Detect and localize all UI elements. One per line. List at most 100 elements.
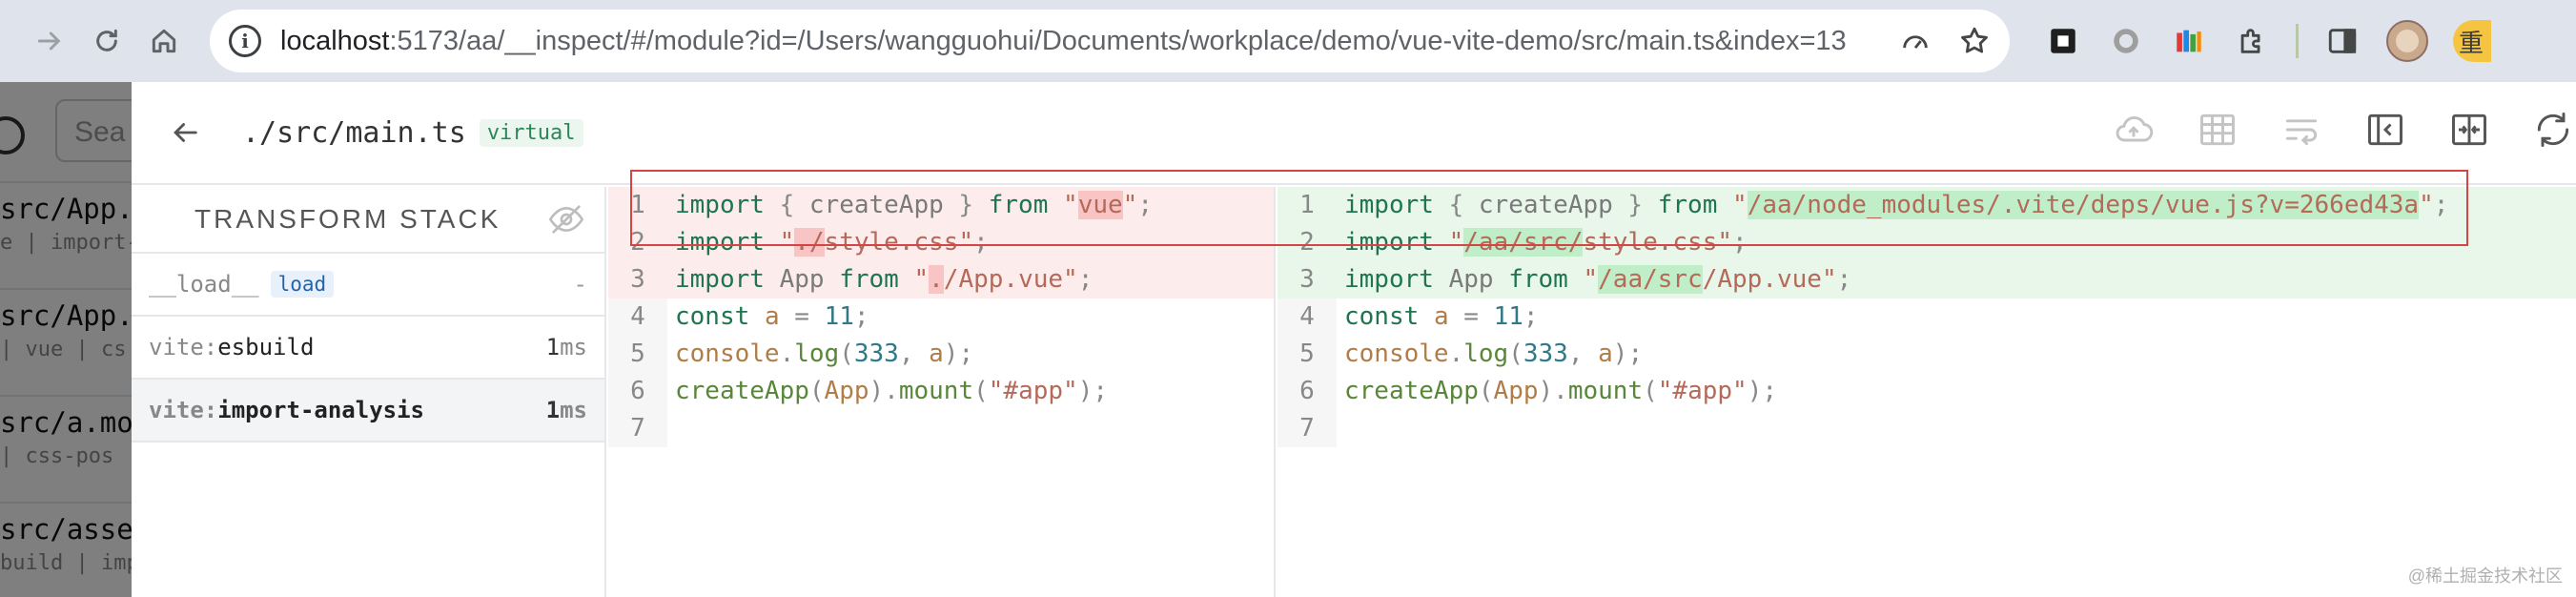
transform-row-esbuild[interactable]: vite: esbuild 1ms [132,317,604,380]
token-variable: a [1433,302,1449,331]
token-punct: ( [1643,377,1658,405]
reload-button[interactable] [78,12,135,70]
token-object: console [675,340,780,368]
side-panel-button[interactable] [2323,22,2361,60]
back-button[interactable] [164,112,206,154]
code-text: import { createApp } from "vue"; [675,187,1153,224]
token-punct: ( [973,377,989,405]
token-punct: . [779,340,795,368]
profile-avatar[interactable] [2386,20,2428,62]
line-number: 3 [1299,265,1315,294]
token-variable: App [1493,377,1539,405]
token-operator: = [1448,302,1494,331]
toolbar-separator [2296,24,2299,58]
line-number: 6 [608,373,667,410]
token-punct: ); [1612,340,1644,368]
split-diff-button[interactable] [2446,107,2492,153]
bookmark-star-icon[interactable] [1958,25,1991,57]
header-tools [2111,107,2576,153]
token-punct: } [1612,191,1658,219]
plugin-name: import-analysis [217,397,424,423]
line-number: 3 [630,265,645,294]
code-line: 6 createApp(App).mount("#app"); [608,373,1274,410]
diff-after-pane[interactable]: 1 import { createApp } from "/aa/node_mo… [1278,187,2576,597]
refresh-button[interactable] [2530,107,2576,153]
performance-gauge-icon[interactable] [1899,25,1932,57]
line-number: 4 [608,298,667,336]
code-line: 1 import { createApp } from "/aa/node_mo… [1278,187,2576,224]
modal-backdrop[interactable] [0,82,133,597]
code-line: 6 createApp(App).mount("#app"); [1278,373,2576,410]
wrap-lines-icon [2285,119,2318,146]
url-text[interactable]: localhost:5173/aa/__inspect/#/module?id=… [280,26,1847,57]
token-operator: = [779,302,825,331]
token-number: 333 [1523,340,1568,368]
code-line: 2 import "./style.css"; [608,224,1274,261]
token-variable: a [929,340,944,368]
token-object: console [1344,340,1449,368]
arrow-left-icon [174,123,197,142]
extension-books[interactable] [2170,22,2208,60]
token-string: " [1732,191,1748,219]
token-keyword: const [1344,302,1420,331]
code-text: import App from "/aa/src/App.vue"; [1344,261,1851,298]
line-number: 7 [608,410,667,447]
token-keyword: from [1657,191,1718,219]
collapse-sidebar-button[interactable] [2362,107,2408,153]
transform-row-load[interactable]: __load__ load - [132,254,604,317]
eye-off-icon[interactable] [547,200,585,238]
address-bar[interactable]: i localhost:5173/aa/__inspect/#/module?i… [210,10,2010,72]
token-string-changed: /aa/node_modules/.vite/deps/vue.js?v=266… [1747,191,2420,219]
hook-badge: load [270,271,335,298]
token-punct: ; [1836,265,1852,294]
code-line: 1 import { createApp } from "vue"; [608,187,1274,224]
line-wrap-button[interactable] [2279,107,2324,153]
token-string-changed: /aa/src [1598,265,1703,294]
table-view-button[interactable] [2195,107,2240,153]
site-info-icon[interactable]: i [229,25,261,57]
module-inspector-panel: ./src/main.ts virtual TRANSFORM STACK __… [132,82,2576,597]
time-unit: ms [560,397,587,423]
diff-before-pane[interactable]: 1 import { createApp } from "vue"; 2 imp… [608,187,1276,597]
books-extension-icon [2177,30,2201,52]
line-number: 1 [1299,191,1315,219]
line-number: 4 [1278,298,1337,336]
code-line: 2 import "/aa/src/style.css"; [1278,224,2576,261]
transform-time: 1ms [546,397,587,423]
extension-square[interactable] [2044,22,2082,60]
transform-row-import-analysis[interactable]: vite: import-analysis 1ms [132,380,604,443]
profile-name-chip[interactable]: 重 [2453,20,2491,62]
plugin-name: esbuild [217,334,315,360]
url-host: localhost [280,25,390,56]
extensions-button[interactable] [2233,22,2271,60]
line-number: 7 [1278,410,1337,447]
code-text: const a = 11; [1344,298,1539,336]
token-punct: , [1567,340,1599,368]
code-text: console.log(333, a); [675,336,973,373]
token-number: 11 [824,302,854,331]
token-string: "#app" [1657,377,1748,405]
token-string-changed: . [929,265,944,294]
token-punct: } [943,191,989,219]
token-string: " [779,228,795,257]
token-variable: a [1598,340,1613,368]
token-string: "#app" [988,377,1078,405]
token-function: createApp [1344,377,1479,405]
forward-button[interactable] [21,12,78,70]
home-button[interactable] [135,12,193,70]
token-keyword: const [675,302,750,331]
extension-circle[interactable] [2107,22,2145,60]
split-diff-icon [2452,113,2486,146]
cloud-upload-button[interactable] [2111,107,2157,153]
token-identifier: App [1448,265,1494,294]
token-punct: ; [2433,191,2449,219]
token-string: " [1583,265,1599,294]
code-text: import App from "./App.vue"; [675,261,1093,298]
token-punct: ( [1508,340,1523,368]
token-keyword: import [1344,265,1434,294]
puzzle-icon [2240,29,2260,53]
